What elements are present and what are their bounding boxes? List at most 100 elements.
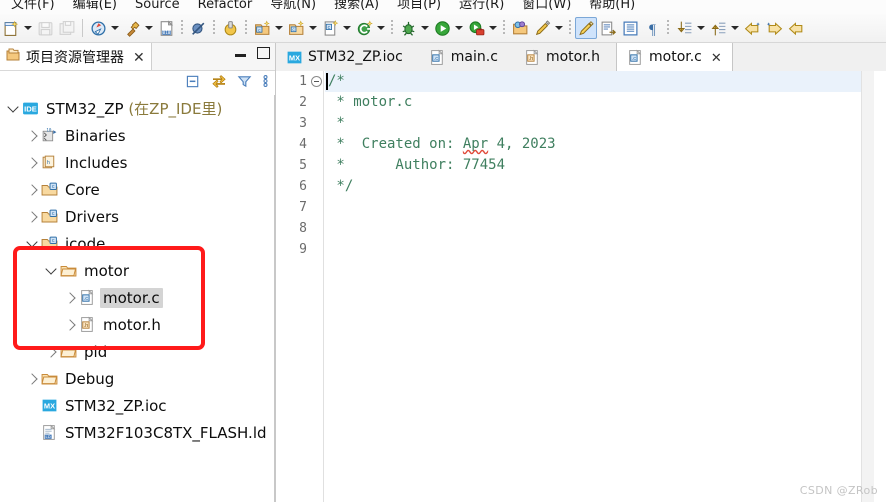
code-line[interactable] — [325, 239, 886, 260]
menu-help[interactable]: 帮助(H) — [580, 0, 644, 14]
chevron-down-icon[interactable] — [341, 17, 353, 39]
tree-item-drivers[interactable]: c Drivers — [0, 203, 274, 230]
code-line[interactable]: * Author: 77454 — [325, 155, 886, 176]
editor-tab-main-c[interactable]: .c main.c — [418, 43, 508, 71]
collapse-all-icon[interactable] — [186, 74, 201, 92]
search-pencil-icon[interactable] — [531, 17, 553, 39]
menu-file[interactable]: 文件(F) — [2, 0, 64, 14]
tree-item-debug[interactable]: Debug — [0, 365, 274, 392]
tab-project-explorer[interactable]: 项目资源管理器 ✕ — [0, 43, 152, 70]
close-icon[interactable]: ✕ — [711, 51, 722, 64]
fold-collapse-icon[interactable] — [311, 76, 322, 87]
chevron-down-icon[interactable] — [273, 17, 285, 39]
code-line[interactable]: */ — [325, 176, 886, 197]
chevron-down-icon[interactable] — [453, 17, 465, 39]
tree-item-icode[interactable]: c icode — [0, 230, 274, 257]
code-text[interactable]: /* * motor.c * * Created on: Apr 4, 2023… — [325, 71, 886, 502]
chevron-right-icon[interactable] — [25, 365, 39, 392]
chevron-right-icon[interactable] — [44, 338, 58, 365]
chevron-right-icon[interactable] — [25, 149, 39, 176]
chevron-down-icon[interactable] — [143, 17, 155, 39]
tree-item-core[interactable]: c Core — [0, 176, 274, 203]
filter-icon[interactable] — [237, 74, 252, 92]
menu-search[interactable]: 搜索(A) — [325, 0, 388, 14]
project-tree[interactable]: IDE STM32_ZP (在ZP_IDE里) 10 Binaries h Include… — [0, 95, 275, 502]
code-line[interactable] — [325, 218, 886, 239]
minimize-button[interactable] — [235, 49, 246, 58]
menu-navigate[interactable]: 导航(N) — [261, 0, 325, 14]
vertical-scrollbar[interactable] — [874, 71, 886, 502]
code-line[interactable]: * — [325, 113, 886, 134]
new-c-project-icon[interactable]: c — [251, 17, 273, 39]
show-whitespace-icon[interactable] — [619, 17, 641, 39]
chevron-down-icon[interactable] — [44, 257, 58, 284]
chevron-down-icon[interactable] — [25, 230, 39, 257]
code-line[interactable]: * Created on: Apr 4, 2023 — [325, 134, 886, 155]
chevron-down-icon[interactable] — [553, 17, 565, 39]
chevron-down-icon[interactable] — [22, 17, 34, 39]
chevron-down-icon[interactable] — [695, 17, 707, 39]
next-annotation-icon[interactable] — [673, 17, 695, 39]
chevron-down-icon[interactable] — [419, 17, 431, 39]
editor-tab-motor-h[interactable]: .h motor.h — [513, 43, 610, 71]
chevron-right-icon[interactable] — [25, 203, 39, 230]
menu-run[interactable]: 运行(R) — [450, 0, 513, 14]
save-all-icon[interactable] — [56, 17, 78, 39]
build-all-icon[interactable] — [219, 17, 241, 39]
chevron-down-icon[interactable] — [729, 17, 741, 39]
code-line[interactable]: /* — [325, 71, 886, 92]
back-history-icon[interactable] — [741, 17, 763, 39]
tree-item-stm32-zp[interactable]: IDE STM32_ZP (在ZP_IDE里) — [0, 95, 274, 122]
link-with-editor-icon[interactable] — [211, 74, 227, 92]
toggle-markers-icon[interactable] — [575, 17, 597, 39]
chevron-down-icon[interactable] — [307, 17, 319, 39]
chevron-down-icon[interactable] — [487, 17, 499, 39]
skip-breakpoints-icon[interactable] — [187, 17, 209, 39]
prev-annotation-icon[interactable] — [707, 17, 729, 39]
menu-source[interactable]: Source — [126, 0, 189, 14]
forward-history-icon[interactable] — [763, 17, 785, 39]
back-arrow-icon[interactable] — [785, 17, 807, 39]
code-editor[interactable]: 1 2 3 4 5 6 7 8 9 /* * motor.c * * Created on: A… — [276, 71, 886, 502]
toggle-block-selection-icon[interactable] — [597, 17, 619, 39]
view-menu-icon[interactable] — [262, 73, 269, 92]
save-icon[interactable] — [34, 17, 56, 39]
chevron-right-icon[interactable] — [63, 311, 77, 338]
tree-item-motor-h[interactable]: .h motor.h — [0, 311, 274, 338]
tree-item-motor[interactable]: motor — [0, 257, 274, 284]
maximize-button[interactable] — [257, 47, 270, 59]
menu-edit[interactable]: 编辑(E) — [64, 0, 126, 14]
run-icon[interactable] — [431, 17, 453, 39]
code-line[interactable]: * motor.c — [325, 92, 886, 113]
tree-item-motor-c[interactable]: .c motor.c — [0, 284, 274, 311]
new-class-icon[interactable] — [353, 17, 375, 39]
new-c-file-icon[interactable]: c — [319, 17, 341, 39]
overview-ruler[interactable] — [861, 71, 874, 502]
editor-tab-stm32-zp-ioc[interactable]: MX STM32_ZP.ioc — [276, 43, 413, 71]
close-icon[interactable]: ✕ — [133, 50, 145, 64]
tree-item-stm32-zp-ioc[interactable]: MX STM32_ZP.ioc — [0, 392, 274, 419]
menu-refactor[interactable]: Refactor — [189, 0, 262, 14]
menu-window[interactable]: 窗口(W) — [513, 0, 580, 14]
build-config-icon[interactable] — [87, 17, 109, 39]
new-file-icon[interactable] — [0, 17, 22, 39]
editor-tab-motor-c[interactable]: .c motor.c ✕ — [616, 43, 733, 71]
chevron-down-icon[interactable] — [375, 17, 387, 39]
tree-item-binaries[interactable]: 10 Binaries — [0, 122, 274, 149]
chevron-right-icon[interactable] — [25, 122, 39, 149]
pilcrow-icon[interactable]: ¶ — [641, 17, 663, 39]
chevron-right-icon[interactable] — [25, 176, 39, 203]
folding-column[interactable] — [310, 71, 323, 502]
debug-icon[interactable] — [397, 17, 419, 39]
tree-item-pid[interactable]: pid — [0, 338, 274, 365]
open-resource-icon[interactable] — [509, 17, 531, 39]
run-external-tools-icon[interactable] — [465, 17, 487, 39]
chevron-down-icon[interactable] — [109, 17, 121, 39]
chevron-right-icon[interactable] — [63, 284, 77, 311]
tree-item-includes[interactable]: h Includes — [0, 149, 274, 176]
tree-item-stm32f103c8tx-flash-ld[interactable]: LD STM32F103C8TX_FLASH.ld — [0, 419, 274, 446]
menu-project[interactable]: 项目(P) — [388, 0, 450, 14]
new-c-folder-icon[interactable]: c — [285, 17, 307, 39]
chevron-down-icon[interactable] — [6, 95, 20, 122]
binary-file-icon[interactable]: 010 — [155, 17, 177, 39]
